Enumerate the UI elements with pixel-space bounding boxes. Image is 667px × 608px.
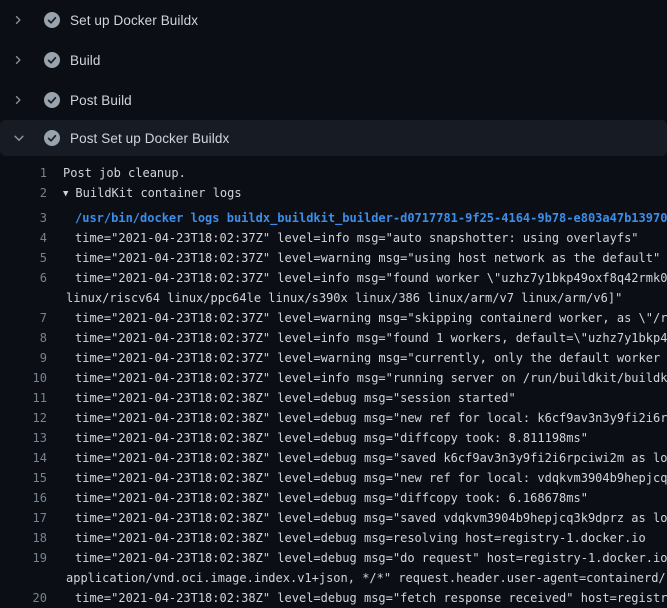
log-text: time="2021-04-23T18:02:37Z" level=info m… [47,268,667,288]
step-row-set-up-docker-buildx[interactable]: Set up Docker Buildx [0,0,667,40]
line-number[interactable]: 10 [0,368,47,388]
line-number[interactable]: 13 [0,428,47,448]
check-circle-icon [44,130,60,146]
log-continuation-row: application/vnd.oci.image.index.v1+json,… [0,568,667,588]
log-text: time="2021-04-23T18:02:38Z" level=debug … [47,588,667,608]
log-text: time="2021-04-23T18:02:37Z" level=info m… [47,228,667,248]
log-continuation-row: linux/riscv64 linux/ppc64le linux/s390x … [0,288,667,308]
line-number[interactable]: 11 [0,388,47,408]
line-number[interactable]: 16 [0,488,47,508]
log-group-row: 2▼BuildKit container logs [0,183,667,203]
log-text: time="2021-04-23T18:02:37Z" level=info m… [47,328,667,348]
line-number[interactable]: 20 [0,588,47,608]
line-number[interactable]: 8 [0,328,47,348]
actions-log-viewer: Set up Docker Buildx Build Post Build Post… [0,0,667,600]
check-circle-icon [44,92,60,108]
chevron-down-icon[interactable] [12,130,30,146]
disclosure-triangle-icon[interactable]: ▼ [63,184,68,203]
log-row: 18time="2021-04-23T18:02:38Z" level=debu… [0,528,667,548]
log-text: time="2021-04-23T18:02:38Z" level=debug … [47,488,667,508]
log-text: time="2021-04-23T18:02:38Z" level=debug … [47,448,667,468]
log-text: time="2021-04-23T18:02:38Z" level=debug … [47,508,667,528]
chevron-right-icon[interactable] [12,52,30,68]
log-text: time="2021-04-23T18:02:37Z" level=warnin… [47,248,667,268]
log-text: linux/riscv64 linux/ppc64le linux/s390x … [47,288,667,308]
line-number[interactable]: 2 [0,183,47,203]
log-row: 4time="2021-04-23T18:02:37Z" level=info … [0,228,667,248]
check-circle-icon [44,52,60,68]
log-row: 13time="2021-04-23T18:02:38Z" level=debu… [0,428,667,448]
log-text: Post job cleanup. [47,163,667,183]
line-number[interactable]: 15 [0,468,47,488]
log-text: time="2021-04-23T18:02:38Z" level=debug … [47,388,667,408]
step-label: Post Build [70,93,132,108]
log-row: 8time="2021-04-23T18:02:37Z" level=info … [0,328,667,348]
command-text: /usr/bin/docker logs buildx_buildkit_bui… [47,208,667,228]
line-number[interactable]: 5 [0,248,47,268]
log-text: time="2021-04-23T18:02:37Z" level=warnin… [47,348,667,368]
log-row: 6time="2021-04-23T18:02:37Z" level=info … [0,268,667,288]
log-row: 10time="2021-04-23T18:02:37Z" level=info… [0,368,667,388]
line-number[interactable]: 12 [0,408,47,428]
line-number[interactable]: 4 [0,228,47,248]
line-number[interactable]: 7 [0,308,47,328]
log-text: application/vnd.oci.image.index.v1+json,… [47,568,667,588]
step-row-post-build[interactable]: Post Build [0,80,667,120]
log-area: 1Post job cleanup.2▼BuildKit container l… [0,156,667,608]
chevron-right-icon[interactable] [12,92,30,108]
line-number [0,288,47,308]
step-row-build[interactable]: Build [0,40,667,80]
log-row: 16time="2021-04-23T18:02:38Z" level=debu… [0,488,667,508]
log-row: 7time="2021-04-23T18:02:37Z" level=warni… [0,308,667,328]
log-row: 11time="2021-04-23T18:02:38Z" level=debu… [0,388,667,408]
check-circle-icon [44,12,60,28]
log-text: time="2021-04-23T18:02:38Z" level=debug … [47,408,667,428]
log-text: time="2021-04-23T18:02:37Z" level=warnin… [47,308,667,328]
log-text: time="2021-04-23T18:02:37Z" level=info m… [47,368,667,388]
line-number[interactable]: 9 [0,348,47,368]
line-number[interactable]: 18 [0,528,47,548]
line-number[interactable]: 6 [0,268,47,288]
log-row: 19time="2021-04-23T18:02:38Z" level=debu… [0,548,667,568]
step-label: Set up Docker Buildx [70,13,198,28]
log-row: 15time="2021-04-23T18:02:38Z" level=debu… [0,468,667,488]
line-number[interactable]: 19 [0,548,47,568]
line-number[interactable]: 1 [0,163,47,183]
line-number[interactable]: 17 [0,508,47,528]
log-row: 1Post job cleanup. [0,163,667,183]
line-number[interactable]: 3 [0,208,47,228]
log-text: time="2021-04-23T18:02:38Z" level=debug … [47,528,667,548]
log-row: 9time="2021-04-23T18:02:37Z" level=warni… [0,348,667,368]
log-row: 5time="2021-04-23T18:02:37Z" level=warni… [0,248,667,268]
log-row: 20time="2021-04-23T18:02:38Z" level=debu… [0,588,667,608]
log-row: 3/usr/bin/docker logs buildx_buildkit_bu… [0,208,667,228]
log-text[interactable]: ▼BuildKit container logs [47,183,667,203]
log-row: 17time="2021-04-23T18:02:38Z" level=debu… [0,508,667,528]
line-number [0,568,47,588]
log-text: time="2021-04-23T18:02:38Z" level=debug … [47,428,667,448]
steps-list: Set up Docker Buildx Build Post Build [0,0,667,120]
line-number[interactable]: 14 [0,448,47,468]
log-text: time="2021-04-23T18:02:38Z" level=debug … [47,468,667,488]
step-label: Post Set up Docker Buildx [70,131,229,146]
step-label: Build [70,53,101,68]
step-header-expanded[interactable]: Post Set up Docker Buildx [0,120,667,156]
log-text: time="2021-04-23T18:02:38Z" level=debug … [47,548,667,568]
chevron-right-icon[interactable] [12,12,30,28]
log-row: 12time="2021-04-23T18:02:38Z" level=debu… [0,408,667,428]
log-row: 14time="2021-04-23T18:02:38Z" level=debu… [0,448,667,468]
